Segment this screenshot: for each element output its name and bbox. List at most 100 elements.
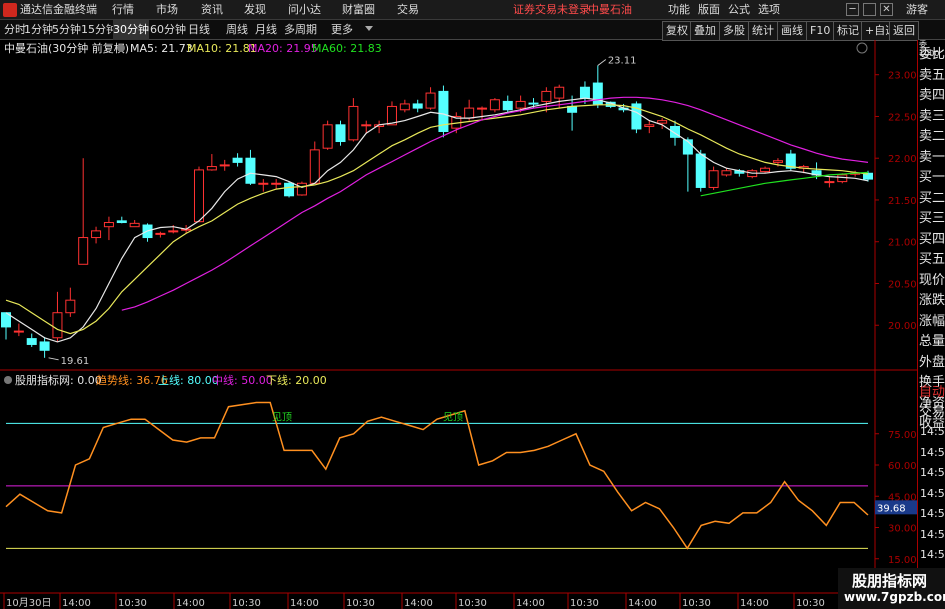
- tool-button-4[interactable]: 画线: [777, 21, 807, 41]
- side-time-2: 14:56: [920, 466, 945, 479]
- candle-body: [361, 124, 372, 127]
- indicator-panel: 股朋指标网: 0.00趋势线: 36.76上线: 80.00中线: 50.00下…: [0, 373, 917, 609]
- side-label-7: 买二: [919, 190, 945, 206]
- side-tab-0[interactable]: 自动: [919, 384, 945, 401]
- indicator-settings-icon: [4, 376, 12, 384]
- period-tab-1[interactable]: 1分钟: [24, 20, 53, 40]
- menu-item-3[interactable]: 发现: [244, 0, 266, 20]
- candle-body: [219, 164, 230, 167]
- candle-body: [258, 182, 269, 185]
- menu-right-0[interactable]: 功能: [668, 0, 690, 20]
- candle-body: [502, 100, 513, 111]
- menu-item-6[interactable]: 交易: [397, 0, 419, 20]
- x-axis-label-12: 10:30: [682, 598, 711, 609]
- side-time-3: 14:56: [920, 486, 945, 500]
- x-axis-label-9: 14:00: [516, 598, 545, 609]
- menu-item-5[interactable]: 财富圈: [342, 0, 375, 20]
- candle-body: [309, 149, 320, 184]
- side-label-15: 外盘: [919, 354, 945, 370]
- period-tab-5[interactable]: 60分钟: [150, 20, 186, 40]
- tool-button-5[interactable]: F10: [806, 21, 835, 41]
- login-status[interactable]: 证券交易未登录: [513, 0, 590, 20]
- candle-body: [708, 170, 719, 188]
- tool-button-3[interactable]: 统计: [748, 21, 778, 41]
- candle-body: [477, 107, 488, 110]
- app-logo-icon: [3, 3, 17, 17]
- tool-button-0[interactable]: 复权: [662, 21, 692, 41]
- side-tab-1[interactable]: 交易: [919, 404, 945, 421]
- ma-label-3: MA60: 21.83: [312, 42, 382, 55]
- candle-body: [425, 92, 436, 109]
- candle-body: [103, 222, 114, 228]
- tool-button-1[interactable]: 叠加: [690, 21, 720, 41]
- trend-line: [5, 401, 869, 550]
- candle-body: [78, 237, 89, 265]
- more-arrow-icon: [365, 26, 373, 31]
- candle-body: [489, 99, 500, 111]
- side-label-1: 卖五: [919, 67, 945, 83]
- menu-right-1[interactable]: 版面: [698, 0, 720, 20]
- side-label-6: 买一: [919, 170, 945, 185]
- candle-body: [837, 174, 848, 183]
- candle-body: [554, 86, 565, 99]
- menu-item-0[interactable]: 行情: [112, 0, 134, 20]
- quote-side-panel: 委 1000 委比 卖五 卖四 卖三 卖二 卖一 买一 买二 买三 买四 买五 现价 涨跌 涨幅 总量 外盘 换手…: [917, 40, 945, 609]
- panel-close-icon: [856, 42, 868, 54]
- ind-axis-label-1: 60.00: [888, 461, 917, 472]
- maximize-icon[interactable]: [863, 3, 876, 16]
- period-tab-2[interactable]: 5分钟: [52, 20, 81, 40]
- ma-label-2: MA20: 21.95: [248, 42, 318, 55]
- period-toolbar: 分时 1分钟 5分钟 15分钟 30分钟 60分钟 日线 周线 月线 多周期 更多 复权 叠加 多股 统计…: [0, 20, 945, 41]
- stock-name-label: 中曼石油(30分钟 前复权): [4, 41, 129, 55]
- x-axis-label-4: 10:30: [232, 598, 261, 609]
- side-label-3: 卖三: [919, 108, 945, 124]
- menu-item-1[interactable]: 市场: [156, 0, 178, 20]
- side-label-10: 买五: [919, 252, 945, 267]
- close-icon[interactable]: ✕: [880, 3, 893, 16]
- period-tab-9[interactable]: 多周期: [284, 20, 317, 40]
- side-label-5: 卖一: [919, 149, 945, 165]
- candle-body: [26, 338, 37, 345]
- watermark-title: 股朋指标网: [852, 572, 928, 590]
- period-tab-3[interactable]: 15分钟: [81, 20, 117, 40]
- y-axis-label-3: 21.50: [888, 196, 917, 207]
- period-tab-0[interactable]: 分时: [4, 20, 26, 40]
- candle-body: [52, 312, 63, 339]
- menu-item-4[interactable]: 问小达: [288, 0, 321, 20]
- side-label-0: 委比: [919, 47, 945, 62]
- chart-area[interactable]: 中曼石油(30分钟 前复权) MA5: 21.73MA10: 21.81MA20:…: [0, 40, 917, 609]
- tool-button-8[interactable]: 返回: [889, 21, 919, 41]
- x-axis-label-7: 14:00: [404, 598, 433, 609]
- menu-item-2[interactable]: 资讯: [201, 0, 223, 20]
- period-tab-8[interactable]: 月线: [255, 20, 277, 40]
- minimize-icon[interactable]: ─: [846, 3, 859, 16]
- stock-link[interactable]: 中曼石油: [588, 0, 632, 20]
- candle-body: [760, 167, 771, 173]
- y-axis-label-4: 21.00: [888, 238, 917, 249]
- lower-line-label: 下线: 20.00: [266, 373, 327, 387]
- menu-right-3[interactable]: 选项: [758, 0, 780, 20]
- period-tab-4[interactable]: 30分钟: [113, 20, 149, 40]
- side-label-2: 卖四: [919, 88, 945, 103]
- candle-body: [399, 103, 410, 111]
- x-axis-label-11: 14:00: [628, 598, 657, 609]
- candle-body: [695, 153, 706, 188]
- side-label-8: 买三: [919, 211, 945, 226]
- y-axis-label-6: 20.00: [888, 321, 917, 332]
- side-label-14: 总量: [919, 334, 945, 349]
- x-axis-label-1: 14:00: [62, 598, 91, 609]
- period-tab-6[interactable]: 日线: [188, 20, 210, 40]
- period-tab-7[interactable]: 周线: [226, 20, 248, 40]
- guest-label[interactable]: 游客: [906, 0, 928, 20]
- tool-button-2[interactable]: 多股: [719, 21, 749, 41]
- candle-body: [206, 166, 217, 171]
- candle-body: [13, 330, 24, 333]
- upper-line-label: 上线: 80.00: [158, 373, 219, 387]
- peak-label-2: 见顶: [443, 411, 463, 423]
- x-axis-label-0: 10月30日: [6, 597, 51, 609]
- period-tab-10[interactable]: 更多: [331, 20, 353, 40]
- x-axis-label-8: 10:30: [458, 598, 487, 609]
- menu-right-2[interactable]: 公式: [728, 0, 750, 20]
- tool-button-6[interactable]: 标记: [833, 21, 863, 41]
- low-marker: [48, 357, 59, 361]
